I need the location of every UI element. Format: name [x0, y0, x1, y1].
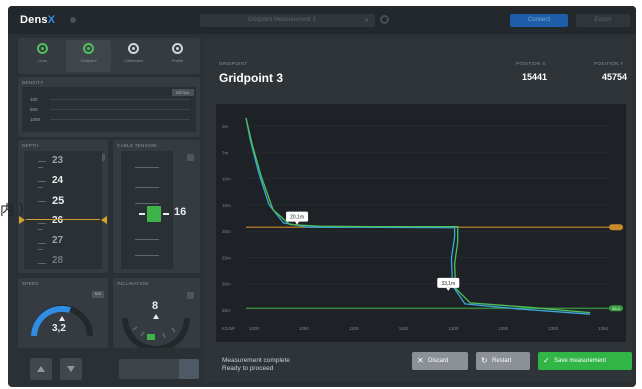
depth-title: DEPTH: [22, 143, 39, 148]
tension-gauge: [121, 151, 173, 269]
density-chart: 100 500 1000: [22, 87, 196, 132]
x-tick-label: 1050: [299, 326, 310, 331]
inclination-value: 8: [152, 300, 159, 312]
export-button[interactable]: Export: [576, 14, 630, 27]
position-x-value: 15441: [522, 72, 548, 82]
gear-icon[interactable]: [380, 15, 389, 24]
y-tick-label: 10m: [222, 177, 231, 182]
tension-title: CABLE TENSION: [117, 143, 157, 148]
reference-tag-label: 33.2: [612, 306, 621, 311]
depth-value: 24: [52, 175, 64, 186]
speed-gauge: [31, 305, 93, 337]
gridpoint-label: GRIDPOINT: [219, 61, 248, 66]
position-x-label: POSITION X: [516, 61, 546, 66]
depth-marker-label: 33,1m: [441, 281, 455, 287]
speed-value: 3,2: [52, 323, 66, 334]
mode-lens[interactable]: Lens: [20, 40, 65, 72]
x-tick-label: 1000: [249, 326, 260, 331]
top-bar: DensX Gridpoint Measurement 3 × Connect E…: [8, 6, 636, 34]
density-title: DENSITY: [22, 80, 44, 85]
depth-value: 27: [52, 235, 64, 246]
inclination-gauge: [122, 314, 190, 348]
connect-button[interactable]: Connect: [510, 14, 568, 27]
mode-gridpoint[interactable]: Gridpoint: [66, 40, 111, 72]
app-window: DensX Gridpoint Measurement 3 × Connect E…: [8, 6, 636, 387]
x-axis-label: KG/M³: [222, 326, 236, 331]
x-tick-label: 1200: [448, 326, 459, 331]
tension-settings-button[interactable]: [187, 154, 194, 161]
x-tick-label: 1300: [548, 326, 559, 331]
x-tick-label: 1250: [498, 326, 509, 331]
depth-pointer-right-icon: [101, 216, 107, 224]
restart-icon: ↻: [481, 356, 488, 365]
mode-profile[interactable]: Profile: [155, 40, 200, 72]
project-tab[interactable]: Gridpoint Measurement 3 ×: [200, 14, 375, 27]
x-tick-label: 1350: [598, 326, 609, 331]
discard-button[interactable]: ✕ Discard: [412, 352, 468, 370]
y-tick-label: 7m: [222, 150, 229, 155]
move-down-button[interactable]: [60, 358, 82, 380]
close-icon[interactable]: ×: [364, 14, 369, 27]
speed-panel: SPEED M/S 3,2: [18, 278, 108, 348]
step-input[interactable]: [119, 359, 199, 379]
density-row: 1000: [30, 117, 41, 122]
depth-value: 23: [52, 155, 64, 166]
status-line-2: Ready to proceed: [222, 365, 274, 372]
close-icon: ✕: [417, 356, 424, 365]
density-panel: DENSITY 100 500 1000 DETAIL: [18, 77, 200, 137]
target-active-icon: [83, 43, 94, 54]
y-tick-label: 20m: [222, 229, 231, 234]
depth-marker-label: 20,1m: [290, 215, 304, 221]
move-up-button[interactable]: [30, 358, 52, 380]
arrow-down-icon: [67, 366, 75, 372]
tension-level-indicator: [147, 206, 161, 222]
foreground-text: 内 ）: [0, 203, 33, 219]
depth-density-chart: 0m 7m 10m 15m 20m 25m 30m 35m 1000 1050 1100 1150 12…: [216, 104, 626, 342]
inclination-panel: INCLINATION 8: [113, 278, 200, 348]
mode-selector: Lens Gridpoint Calibration Profile: [18, 38, 200, 74]
position-y-value: 45754: [602, 72, 628, 82]
position-y-label: POSITION Y: [594, 61, 624, 66]
measurement-panel: GRIDPOINT Gridpoint 3 POSITION X 15441 P…: [204, 38, 632, 382]
inclination-indicator: [147, 334, 155, 340]
calibration-icon: [128, 43, 139, 54]
status-line-1: Measurement complete: [222, 357, 290, 364]
app-logo: DensX: [20, 14, 56, 26]
y-tick-label: 25m: [222, 255, 231, 260]
x-tick-label: 1100: [349, 326, 359, 331]
chart-svg: 0m 7m 10m 15m 20m 25m 30m 35m 1000 1050 1100 1150 12…: [222, 117, 623, 331]
save-measurement-button[interactable]: ✓ Save measurement: [538, 352, 632, 370]
y-tick-label: 35m: [222, 308, 231, 313]
inclination-needle-icon: [153, 314, 159, 319]
depth-marker-line: [26, 219, 100, 220]
depth-current: 25: [52, 195, 65, 207]
profile-icon: [172, 43, 183, 54]
apply-button[interactable]: [179, 359, 199, 379]
status-message: Measurement complete Ready to proceed: [222, 357, 290, 373]
cable-tension-panel: CABLE TENSION 16: [113, 140, 200, 273]
depth-value: 28: [52, 255, 64, 266]
restart-button[interactable]: ↻ Restart: [476, 352, 530, 370]
check-icon: ✓: [543, 356, 550, 365]
y-tick-label: 30m: [222, 282, 231, 287]
x-tick-label: 1150: [399, 326, 409, 331]
depth-ruler: 23 24 25 26 27 28: [24, 151, 102, 269]
y-tick-label: 0m: [222, 124, 229, 129]
depth-value: 26: [52, 215, 64, 226]
arrow-up-icon: [37, 366, 45, 372]
tooltip-pointer: [446, 287, 451, 291]
density-row: 100: [30, 97, 38, 102]
mode-calibration[interactable]: Calibration: [111, 40, 156, 72]
target-icon: [37, 43, 48, 54]
reference-tag: [609, 224, 623, 231]
density-row: 500: [30, 107, 38, 112]
y-tick-label: 15m: [222, 203, 231, 208]
speed-needle-icon: [59, 316, 65, 321]
status-dot-icon: [70, 17, 76, 23]
gridpoint-title: Gridpoint 3: [219, 71, 283, 85]
density-detail-button[interactable]: DETAIL: [172, 89, 194, 96]
tension-value: 16: [174, 206, 187, 218]
